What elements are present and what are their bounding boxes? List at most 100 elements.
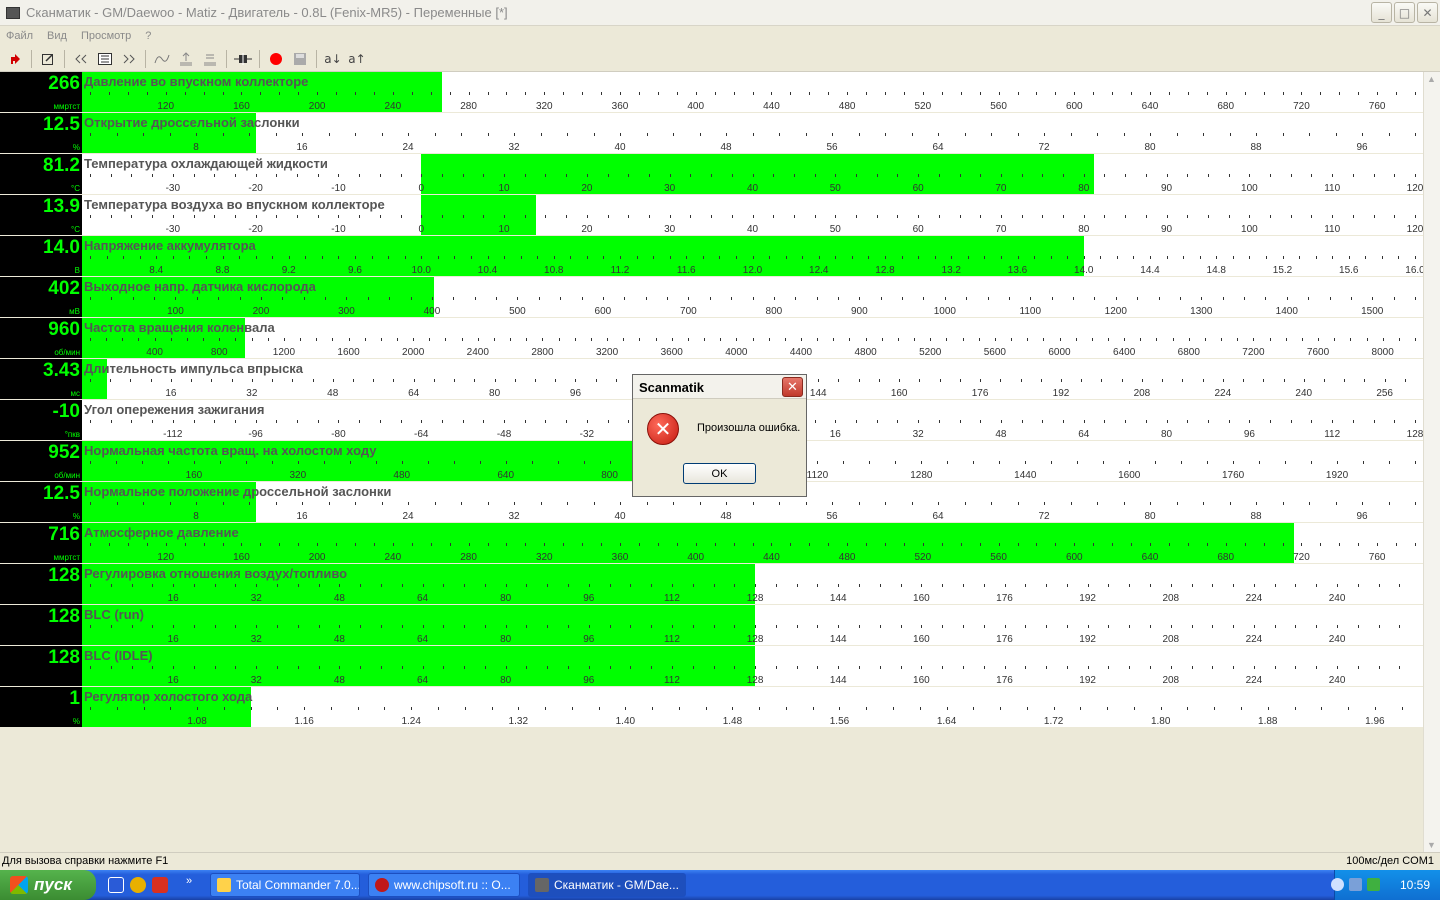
signal-icon[interactable] (232, 48, 254, 70)
maximize-button[interactable]: □ (1394, 2, 1415, 23)
scale-tick (303, 297, 305, 300)
scale-tick-minor (193, 420, 195, 423)
scale-tick (1303, 379, 1305, 382)
parameter-row[interactable]: 128 16 32 48 64 80 96 112 128 144 160 176 192 208 224 2… (0, 564, 1423, 605)
scale-label: 40 (746, 224, 759, 235)
parameter-row[interactable]: 14.0 В 8.4 8.8 9.2 9.6 10.0 10.4 10.8 11.2 11.6 12.… (0, 236, 1423, 277)
list-icon[interactable] (94, 48, 116, 70)
parameter-row[interactable]: 13.9 °C -30 -20 -10 0 10 20 30 40 50 60 70 80 90 100 110… (0, 195, 1423, 236)
scale-tick (851, 256, 853, 259)
scale-tick-minor (260, 92, 262, 95)
scale-label: 48 (333, 634, 345, 645)
scale-label: 112 (663, 634, 680, 645)
start-button[interactable]: пуск (0, 870, 96, 900)
quicklaunch-tool-icon[interactable] (152, 877, 168, 893)
wave-icon[interactable] (151, 48, 173, 70)
scale-tick (991, 133, 992, 136)
scale-tick (1129, 461, 1131, 464)
scale-tick-minor (897, 174, 899, 177)
scale-tick-minor (318, 625, 320, 628)
scale-label: 20 (581, 224, 593, 235)
tray-network-icon[interactable] (1349, 878, 1362, 891)
scale-tick-minor (1066, 625, 1068, 628)
scale-tick (1373, 174, 1375, 177)
save-icon[interactable] (289, 48, 311, 70)
scale-tick-minor (1358, 543, 1360, 546)
exit-icon[interactable] (4, 48, 26, 70)
scale-tick (959, 174, 961, 177)
scale-tick (838, 584, 840, 587)
scale-label: 192 (1079, 634, 1096, 645)
parameter-row[interactable]: 128 16 32 48 64 80 96 112 128 144 160 176 192 208 224 2… (0, 605, 1423, 646)
scale-tick-minor (433, 379, 435, 382)
parameter-row[interactable]: 128 16 32 48 64 80 96 112 128 144 160 176 192 208 224 2… (0, 646, 1423, 687)
menu-file[interactable]: Файл (6, 30, 33, 42)
scale-tick-minor (1228, 215, 1230, 218)
tray-security-icon[interactable] (1367, 878, 1380, 891)
scale-label: 32 (250, 593, 262, 604)
scale-tick (245, 461, 247, 464)
scale-tick-minor (790, 543, 792, 546)
close-button[interactable]: ✕ (1417, 2, 1438, 23)
tray-collapse-icon[interactable] (1331, 878, 1344, 891)
scale-tick (304, 707, 306, 710)
parameter-row[interactable]: 1% 1.08 1.16 1.24 1.32 1.40 1.48 1.56 1.64 1.72 1.… (0, 687, 1423, 728)
scale-tick (1150, 256, 1151, 259)
scale-tick-minor (375, 461, 377, 464)
parameter-row[interactable]: 81.2 °C -30 -20 -10 0 10 20 30 40 50 60 70 80 90 100 110… (0, 154, 1423, 195)
scale-tick (1221, 338, 1223, 341)
scale-tick-minor (1352, 174, 1354, 177)
parameter-row[interactable]: 12.5% 8 16 24 32 40 48 56 64 72 80 88 96 Открытие дро… (0, 113, 1423, 154)
scale-tick (998, 92, 1000, 95)
scroll-down-icon[interactable]: ▼ (1427, 840, 1436, 850)
scale-tick (726, 502, 727, 505)
scale-tick-minor (1299, 256, 1301, 259)
menu-help[interactable]: ? (145, 30, 151, 42)
quicklaunch-save-icon[interactable] (108, 877, 124, 893)
task-browser[interactable]: www.chipsoft.ru :: О... (368, 873, 520, 897)
sort-asc-icon[interactable]: a↑ (346, 48, 368, 70)
scale-label: 24 (402, 142, 414, 153)
edit-icon[interactable] (37, 48, 59, 70)
scroll-up-icon[interactable]: ▲ (1427, 74, 1436, 84)
scale-label: 176 (971, 388, 989, 399)
scale-tick-minor (897, 420, 899, 423)
parameter-value: 402 (48, 278, 80, 299)
task-total-commander[interactable]: Total Commander 7.0... (210, 873, 360, 897)
scale-tick (885, 256, 886, 259)
value-box: 402 мВ (0, 277, 82, 317)
scale-tick-minor (973, 707, 975, 710)
quicklaunch-app-icon[interactable] (130, 877, 146, 893)
scale-tick-minor (1021, 215, 1023, 218)
scale-tick (1044, 133, 1045, 136)
menu-preview[interactable]: Просмотр (81, 30, 131, 42)
scale-label: 200 (308, 101, 326, 112)
ok-button[interactable]: OK (683, 463, 756, 484)
parameter-row[interactable]: 716 ммртст 120 160 200 240 280 320 360 400 440 480 5… (0, 523, 1423, 564)
scale-label: 8000 (1371, 347, 1394, 358)
scale-tick-minor (275, 133, 277, 136)
minimize-button[interactable]: _ (1371, 2, 1392, 23)
scale-tick-minor (336, 543, 338, 546)
task-scanmatik[interactable]: Сканматик - GM/Dae... (528, 873, 686, 897)
upload-icon[interactable] (175, 48, 197, 70)
parameter-row[interactable]: 960 об/мин 400 800 1200 1600 2000 2400 2800 3200 3… (0, 318, 1423, 359)
sort-desc-icon[interactable]: a↓ (322, 48, 344, 70)
scale-tick-minor (1388, 502, 1390, 505)
dialog-close-button[interactable]: ✕ (782, 377, 803, 397)
scale-label: 1280 (910, 470, 933, 481)
next-icon[interactable] (118, 48, 140, 70)
prev-icon[interactable] (70, 48, 92, 70)
record-icon[interactable] (265, 48, 287, 70)
parameter-row[interactable]: 266 ммртст 120 160 200 240 280 320 360 400 440 480 5… (0, 72, 1423, 113)
scale-label: 100 (1241, 183, 1258, 194)
download-icon[interactable] (199, 48, 221, 70)
scale-label: 256 (1376, 388, 1393, 399)
vertical-scrollbar[interactable]: ▲ ▼ (1423, 72, 1440, 852)
quicklaunch-more-icon[interactable]: » (186, 875, 202, 891)
menu-view[interactable]: Вид (47, 30, 67, 42)
scale-tick (1415, 502, 1416, 505)
parameter-row[interactable]: 402 мВ 100 200 300 400 500 600 700 800 900 1000 1100… (0, 277, 1423, 318)
scale-tick (131, 666, 133, 669)
scale-tick-minor (1364, 379, 1366, 382)
